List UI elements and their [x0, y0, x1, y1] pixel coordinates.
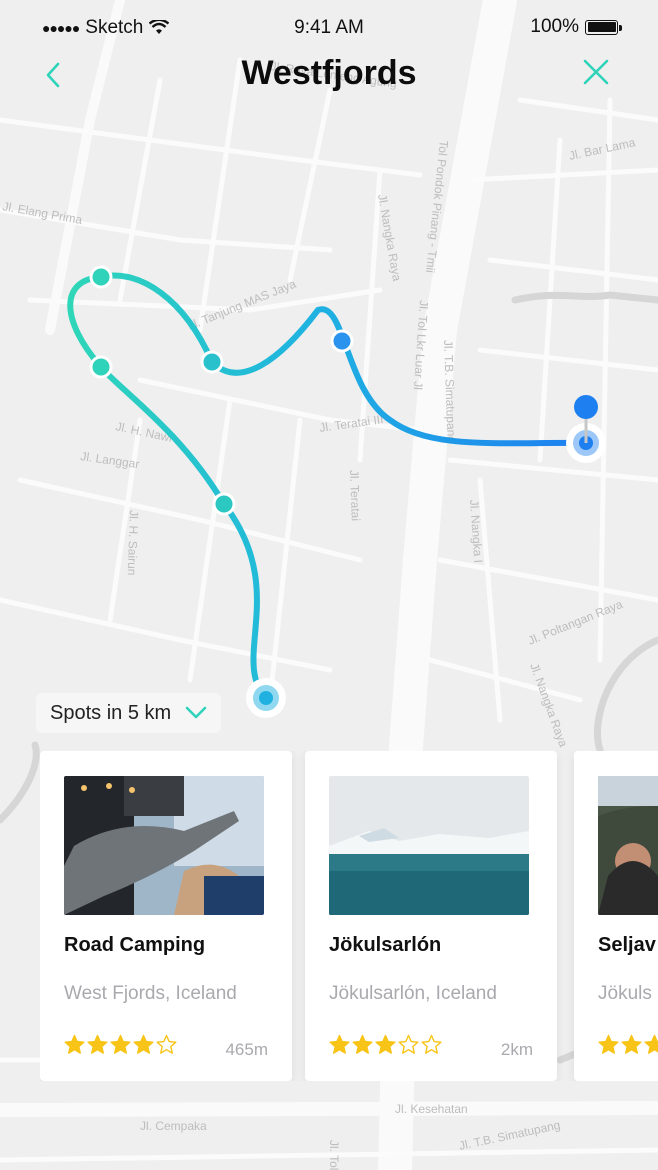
spot-photo	[64, 776, 264, 915]
battery-status: 100%	[530, 16, 622, 38]
star-filled-icon	[110, 1034, 131, 1054]
street-label: Jl. Cempaka	[140, 1119, 207, 1133]
waypoint-marker[interactable]	[212, 492, 236, 516]
spot-name: Road Camping	[64, 934, 206, 956]
waypoint-marker[interactable]	[330, 329, 354, 353]
spot-location: Jökulsarlón, Iceland	[329, 983, 497, 1004]
star-filled-icon	[87, 1034, 108, 1054]
spot-photo	[598, 776, 658, 915]
star-rating	[64, 1034, 177, 1055]
star-empty-icon	[421, 1034, 442, 1054]
star-filled-icon	[352, 1034, 373, 1054]
battery-icon	[585, 19, 622, 35]
spots-radius-label: Spots in 5 km	[50, 701, 172, 724]
current-location-marker[interactable]	[246, 678, 286, 718]
star-filled-icon	[621, 1034, 642, 1054]
star-filled-icon	[644, 1034, 658, 1054]
page-title: Westfjords	[241, 54, 417, 92]
star-rating	[329, 1034, 442, 1055]
spot-card[interactable]: Seljav Jökuls	[574, 751, 658, 1081]
street-label: Jl. H. Sairun	[125, 510, 141, 576]
spot-card[interactable]: Jökulsarlón Jökulsarlón, Iceland 2km	[305, 751, 557, 1081]
street-label: Jl. Kesehatan	[395, 1102, 468, 1116]
status-bar: ●●●●● Sketch 9:41 AM 100%	[0, 0, 658, 56]
star-filled-icon	[329, 1034, 350, 1054]
spot-distance: 465m	[225, 1040, 268, 1059]
spots-radius-dropdown[interactable]: Spots in 5 km	[36, 693, 222, 733]
star-filled-icon	[598, 1034, 619, 1054]
battery-percent: 100%	[530, 16, 579, 37]
chevron-down-icon	[185, 706, 207, 719]
spot-photo	[329, 776, 529, 915]
spot-name: Seljav	[598, 934, 656, 956]
star-filled-icon	[375, 1034, 396, 1054]
spot-distance: 2km	[500, 1040, 533, 1059]
spots-carousel[interactable]: Road Camping West Fjords, Iceland 465m J…	[40, 751, 658, 1081]
navigation-bar: Westfjords	[0, 52, 658, 96]
waypoint-marker[interactable]	[89, 355, 113, 379]
spot-location: West Fjords, Iceland	[64, 983, 237, 1004]
star-rating	[598, 1034, 658, 1055]
star-filled-icon	[133, 1034, 154, 1054]
spot-name: Jökulsarlón	[329, 934, 442, 956]
spot-card[interactable]: Road Camping West Fjords, Iceland 465m	[40, 751, 292, 1081]
close-icon[interactable]	[582, 58, 610, 86]
star-empty-icon	[156, 1034, 177, 1054]
street-label: Jl. Teratai	[347, 470, 363, 522]
waypoint-marker[interactable]	[89, 265, 113, 289]
spot-location: Jökuls	[598, 983, 652, 1004]
street-label: Jl. Tol	[327, 1140, 341, 1170]
star-empty-icon	[398, 1034, 419, 1054]
star-filled-icon	[64, 1034, 85, 1054]
waypoint-marker[interactable]	[200, 350, 224, 374]
